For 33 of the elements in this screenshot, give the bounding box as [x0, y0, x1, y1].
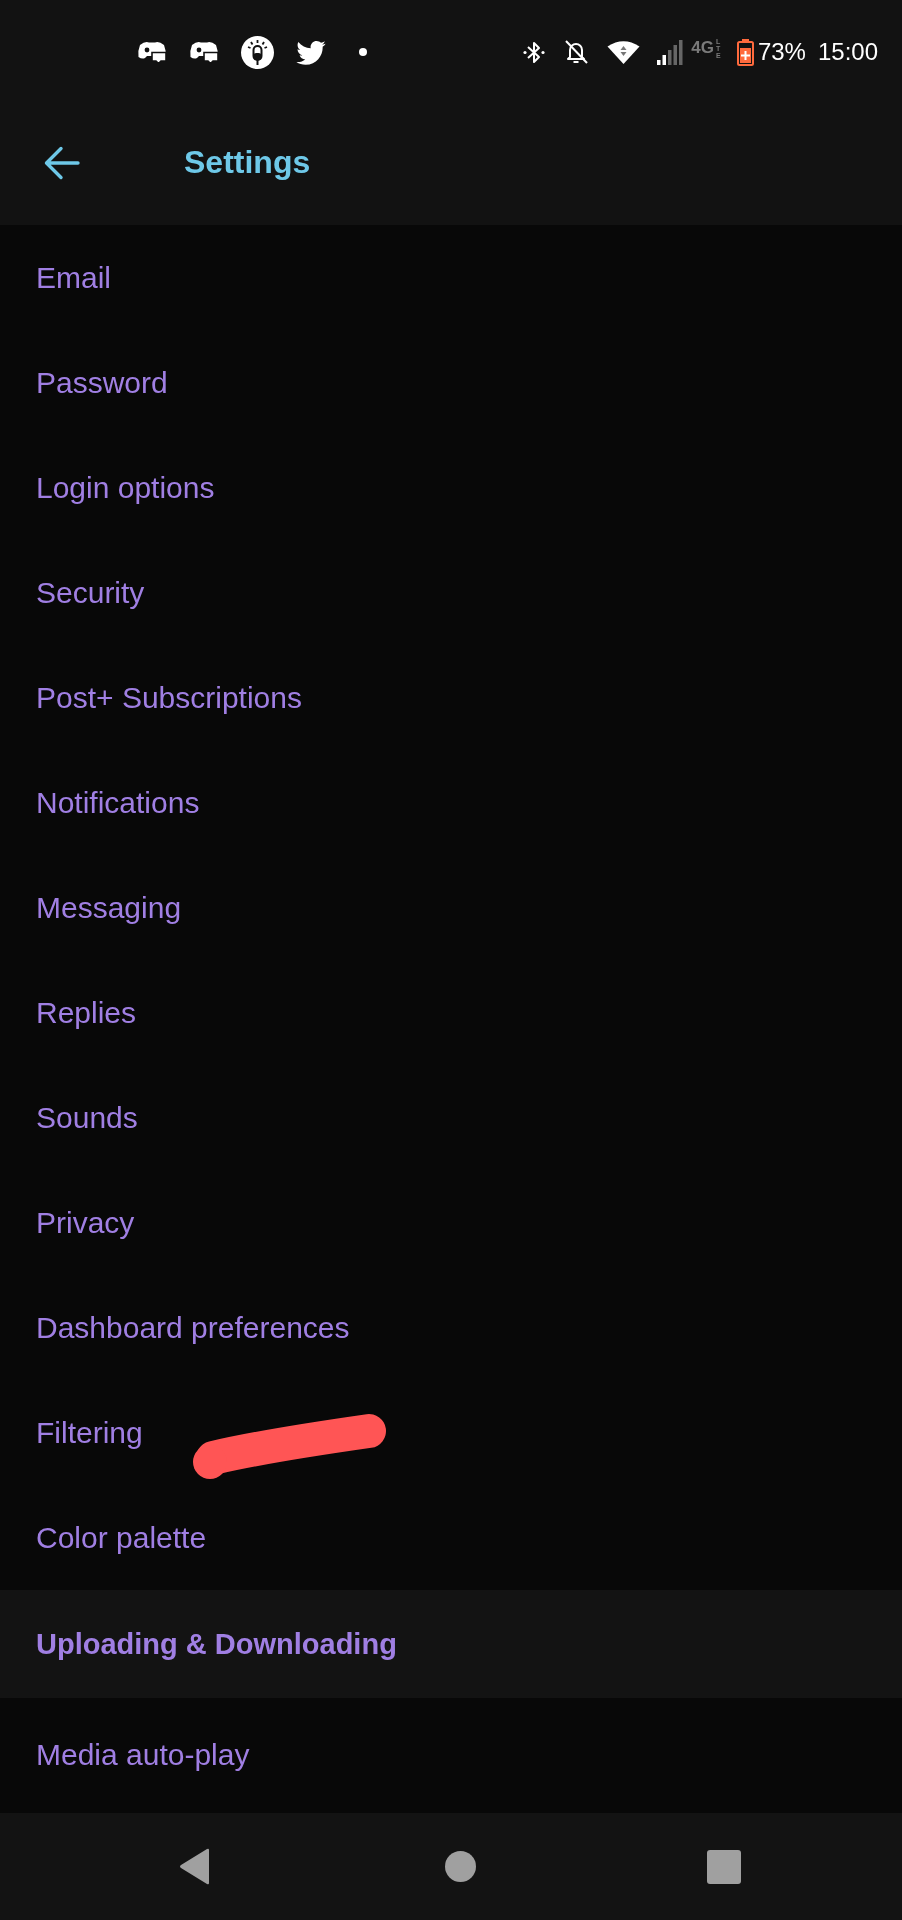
- back-arrow-icon[interactable]: [44, 145, 80, 180]
- bluetooth-icon: [523, 39, 546, 65]
- signal-icon: [657, 39, 685, 65]
- settings-item[interactable]: Security: [0, 540, 902, 645]
- settings-item[interactable]: Media auto-play: [0, 1698, 902, 1812]
- gamepad-chat-icon: [189, 40, 219, 64]
- settings-item[interactable]: Privacy: [0, 1170, 902, 1275]
- network-type-label: 4G: [691, 38, 714, 56]
- settings-item[interactable]: Email: [0, 225, 902, 330]
- back-nav-icon[interactable]: [179, 1848, 211, 1885]
- settings-item[interactable]: Filtering: [0, 1380, 902, 1485]
- settings-item[interactable]: Dashboard preferences: [0, 1275, 902, 1380]
- page-title: Settings: [184, 144, 311, 181]
- settings-item[interactable]: Notifications: [0, 750, 902, 855]
- settings-item[interactable]: Password: [0, 330, 902, 435]
- settings-item[interactable]: Sounds: [0, 1065, 902, 1170]
- battery-percentage: 73%: [757, 38, 806, 66]
- dot-icon: [359, 48, 367, 56]
- settings-item[interactable]: Login options: [0, 435, 902, 540]
- battery-icon: [736, 38, 754, 66]
- bell-off-icon: [562, 39, 591, 65]
- microphone-icon: [241, 35, 274, 69]
- clock-time: 15:00: [817, 38, 878, 66]
- settings-item[interactable]: Messaging: [0, 855, 902, 960]
- gamepad-chat-icon: [137, 40, 167, 64]
- section-header: Uploading & Downloading: [0, 1590, 902, 1698]
- settings-item[interactable]: Replies: [0, 960, 902, 1065]
- recents-nav-icon[interactable]: [707, 1849, 741, 1884]
- settings-item[interactable]: Color palette: [0, 1485, 902, 1590]
- home-nav-icon[interactable]: [445, 1851, 476, 1882]
- wifi-icon: [607, 39, 641, 65]
- bird-icon: [296, 39, 326, 65]
- settings-item[interactable]: Post+ Subscriptions: [0, 645, 902, 750]
